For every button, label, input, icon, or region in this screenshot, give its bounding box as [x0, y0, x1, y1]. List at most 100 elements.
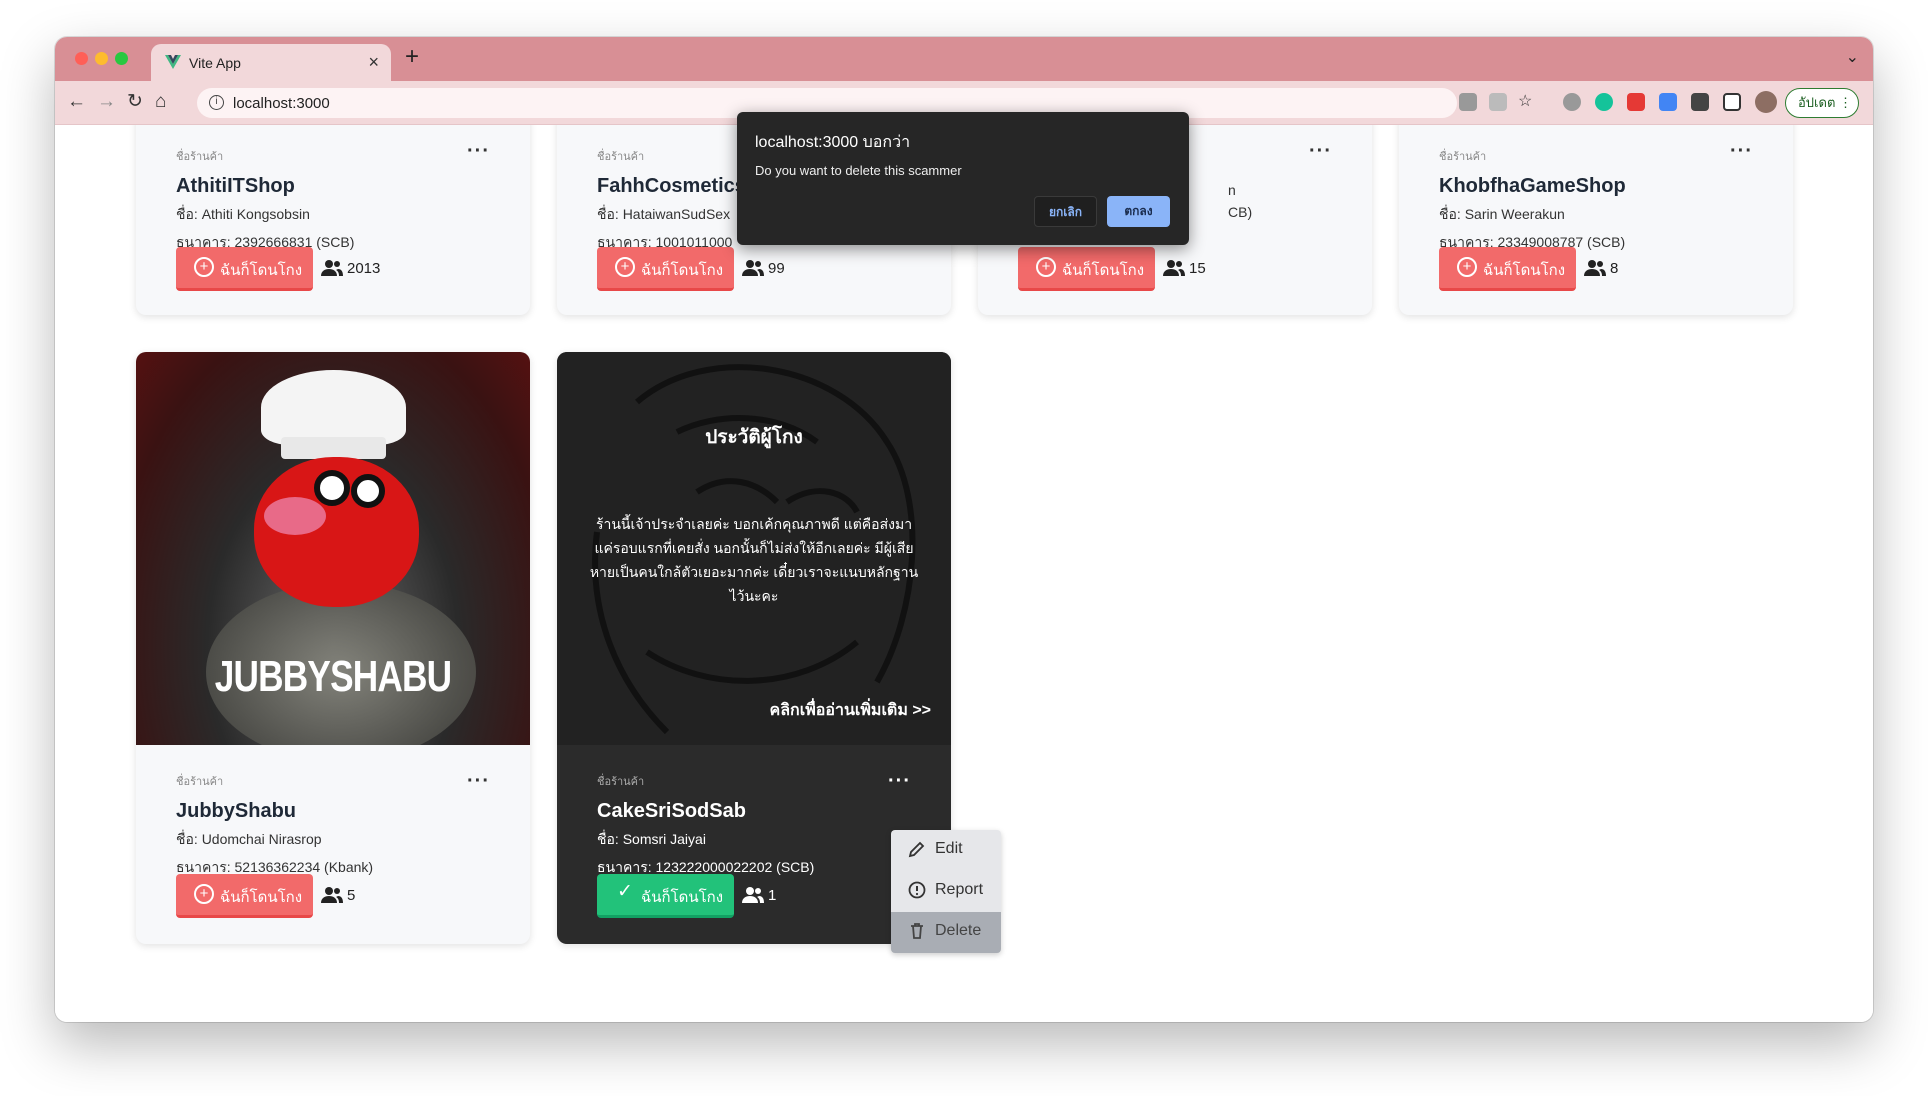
button-label: ฉันก็โดนโกง [1062, 262, 1145, 279]
owner-name: ชื่อ: Sarin Weerakun [1439, 206, 1565, 222]
count-value: 2013 [347, 260, 381, 277]
google-translate-icon[interactable] [1659, 93, 1677, 111]
users-icon [321, 887, 343, 903]
shop-name: KhobfhaGameShop [1439, 175, 1626, 197]
chef-hat [261, 370, 406, 445]
browser-tab[interactable]: Vite App × [151, 44, 391, 81]
dialog-ok-button[interactable]: ตกลง [1107, 196, 1170, 227]
users-icon [742, 887, 764, 903]
shop-name: AthitiITShop [176, 175, 295, 197]
card-options-menu: Edit Report Delete [891, 830, 1001, 953]
victim-count: 1 [742, 886, 776, 904]
history-line: หายเป็นคนใกล้ตัวเยอะมากค่ะ เดี๋ยวเราจะแน… [589, 564, 919, 580]
victim-count: 99 [742, 259, 785, 277]
check-icon: ✓ [617, 881, 633, 902]
maximize-window-button[interactable] [115, 52, 128, 65]
me-too-scammed-button[interactable]: + ฉันก็โดนโกง [597, 247, 734, 291]
site-info-icon[interactable]: i [209, 95, 224, 110]
knuckles-eye [351, 474, 385, 508]
knuckles-mouth [264, 497, 326, 535]
count-value: 5 [347, 887, 356, 904]
dialog-cancel-button[interactable]: ยกเลิก [1034, 196, 1097, 227]
update-button[interactable]: อัปเดต ⋮ [1785, 88, 1859, 118]
alert-circle-icon [908, 881, 926, 899]
history-text: ร้านนี้เจ้าประจำเลยค่ะ บอกเค้กคุณภาพดี แ… [557, 512, 951, 608]
history-panel[interactable]: ประวัติผู้โกง ร้านนี้เจ้าประจำเลยค่ะ บอก… [557, 352, 951, 745]
home-icon[interactable]: ⌂ [155, 90, 166, 114]
extension-gray-icon[interactable] [1563, 93, 1581, 111]
url-text: localhost:3000 [233, 95, 330, 112]
menu-label: Edit [935, 840, 963, 857]
plus-circle-icon: + [1036, 257, 1056, 277]
users-icon [742, 260, 764, 276]
menu-item-delete[interactable]: Delete [891, 912, 1001, 953]
dialog-title: localhost:3000 บอกว่า [755, 134, 911, 151]
extension-red-icon[interactable] [1627, 93, 1645, 111]
trash-icon [911, 923, 923, 939]
count-value: 15 [1189, 260, 1206, 277]
bookmark-star-icon[interactable]: ☆ [1518, 90, 1532, 114]
me-too-scammed-button[interactable]: + ฉันก็โดนโกง [176, 874, 313, 918]
menu-item-edit[interactable]: Edit [891, 830, 1001, 871]
translate-icon[interactable] [1459, 93, 1477, 111]
history-line: ร้านนี้เจ้าประจำเลยค่ะ บอกเค้กคุณภาพดี แ… [595, 516, 913, 532]
users-icon [1584, 260, 1606, 276]
knuckles-eye [314, 470, 350, 506]
update-label: อัปเดต [1798, 95, 1836, 110]
history-title: ประวัติผู้โกง [705, 427, 803, 448]
browser-window: Vite App × + ⌄ ← → ↻ ⌂ i localhost:3000 … [55, 37, 1873, 1022]
history-line: แค่รอบแรกที่เคยสั่ง นอกนั้นก็ไม่ส่งให้อี… [594, 540, 914, 556]
shop-label: ชื่อร้านค้า [176, 151, 224, 163]
me-too-scammed-button[interactable]: + ฉันก็โดนโกง [1018, 247, 1155, 291]
me-too-scammed-button[interactable]: + ฉันก็โดนโกง [176, 247, 313, 291]
close-tab-icon[interactable]: × [368, 52, 379, 73]
grammarly-icon[interactable] [1595, 93, 1613, 111]
vue-logo-icon [165, 55, 181, 69]
shop-label: ชื่อร้านค้า [176, 776, 224, 788]
scammer-card: ··· ชื่อร้านค้า KhobfhaGameShop ชื่อ: Sa… [1399, 125, 1793, 315]
users-icon [321, 260, 343, 276]
victim-count: 8 [1584, 259, 1618, 277]
extensions-puzzle-icon[interactable] [1691, 93, 1709, 111]
plus-circle-icon: + [194, 257, 214, 277]
minimize-window-button[interactable] [95, 52, 108, 65]
side-panel-icon[interactable] [1723, 93, 1741, 111]
new-tab-icon[interactable]: + [405, 43, 419, 71]
button-label: ฉันก็โดนโกง [1483, 262, 1566, 279]
confirm-dialog: localhost:3000 บอกว่า Do you want to del… [737, 112, 1189, 245]
back-icon[interactable]: ← [67, 90, 86, 114]
share-icon[interactable] [1489, 93, 1507, 111]
plus-circle-icon: + [194, 884, 214, 904]
button-label: ฉันก็โดนโกง [641, 889, 724, 906]
reload-icon[interactable]: ↻ [127, 90, 143, 114]
tab-bar: Vite App × + ⌄ [55, 37, 1873, 81]
card-image: JUBBYSHABU [136, 352, 530, 745]
tab-title: Vite App [189, 55, 241, 71]
dialog-message: Do you want to delete this scammer [755, 163, 962, 178]
count-value: 99 [768, 260, 785, 277]
menu-item-report[interactable]: Report [891, 871, 1001, 912]
victim-count: 15 [1163, 259, 1206, 277]
plus-circle-icon: + [1457, 257, 1477, 277]
button-label: ฉันก็โดนโกง [220, 262, 303, 279]
owner-name: ชื่อ: Udomchai Nirasrop [176, 831, 322, 847]
menu-label: Delete [935, 922, 982, 939]
page-content: ··· ชื่อร้านค้า AthitiITShop ชื่อ: Athit… [55, 125, 1873, 1022]
button-label: ฉันก็โดนโกง [641, 262, 724, 279]
forward-icon[interactable]: → [97, 90, 116, 114]
chef-hat-band [281, 437, 386, 459]
pencil-icon [908, 841, 925, 858]
owner-name: ชื่อ: Athiti Kongsobsin [176, 206, 310, 222]
read-more-link[interactable]: คลิกเพื่ออ่านเพิ่มเติม >> [770, 698, 931, 723]
me-too-scammed-button-active[interactable]: ✓ ฉันก็โดนโกง [597, 874, 734, 918]
profile-avatar[interactable] [1755, 91, 1777, 113]
me-too-scammed-button[interactable]: + ฉันก็โดนโกง [1439, 247, 1576, 291]
shop-label: ชื่อร้านค้า [1439, 151, 1487, 163]
button-label: ฉันก็โดนโกง [220, 889, 303, 906]
scammer-card: JUBBYSHABU ··· ชื่อร้านค้า JubbyShabu ชื… [136, 352, 530, 944]
close-window-button[interactable] [75, 52, 88, 65]
tab-search-chevron-icon[interactable]: ⌄ [1846, 47, 1859, 67]
plus-circle-icon: + [615, 257, 635, 277]
owner-name: ชื่อ: Somsri Jaiyai [597, 831, 706, 847]
users-icon [1163, 260, 1185, 276]
